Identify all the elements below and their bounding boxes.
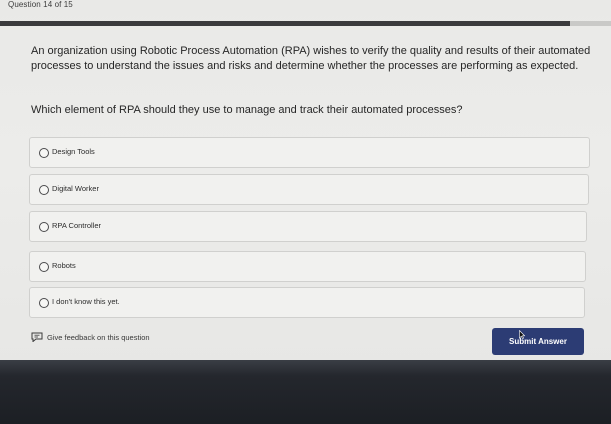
progress-bar xyxy=(0,21,611,26)
feedback-label: Give feedback on this question xyxy=(47,332,150,342)
option-label: I don't know this yet. xyxy=(52,297,120,306)
progress-bar-fill xyxy=(0,21,571,26)
radio-icon[interactable] xyxy=(39,298,49,308)
radio-icon[interactable] xyxy=(39,185,49,195)
option-label: Robots xyxy=(52,261,76,270)
option-label: Design Tools xyxy=(52,147,95,156)
question-prompt: Which element of RPA should they use to … xyxy=(31,104,463,116)
feedback-icon xyxy=(31,332,43,342)
monitor-bezel xyxy=(0,360,611,424)
question-text: An organization using Robotic Process Au… xyxy=(31,45,591,72)
option-rpa-controller[interactable]: RPA Controller xyxy=(29,211,587,242)
option-dont-know[interactable]: I don't know this yet. xyxy=(29,287,585,318)
radio-icon[interactable] xyxy=(39,262,49,272)
option-label: Digital Worker xyxy=(52,184,99,193)
option-digital-worker[interactable]: Digital Worker xyxy=(29,174,589,205)
quiz-screen: Question 14 of 15 An organization using … xyxy=(0,0,611,367)
option-label: RPA Controller xyxy=(52,221,102,230)
submit-answer-button[interactable]: Submit Answer xyxy=(492,328,584,355)
radio-icon[interactable] xyxy=(39,148,49,158)
mouse-cursor-icon xyxy=(519,330,525,339)
give-feedback-link[interactable]: Give feedback on this question xyxy=(31,331,150,343)
radio-icon[interactable] xyxy=(39,222,49,232)
question-counter: Question 14 of 15 xyxy=(8,0,73,9)
option-design-tools[interactable]: Design Tools xyxy=(29,137,590,168)
option-robots[interactable]: Robots xyxy=(29,251,586,282)
